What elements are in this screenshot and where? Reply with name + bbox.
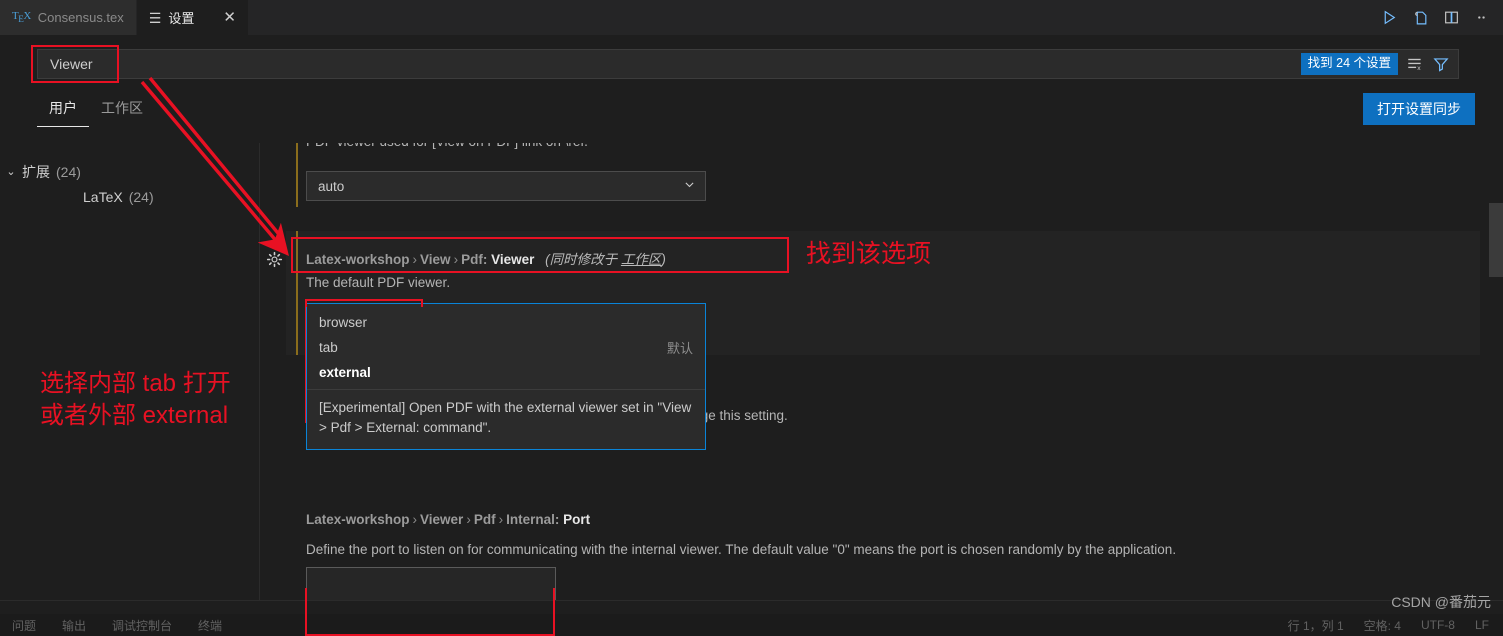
select-view-pdf-ref[interactable]: auto <box>306 171 706 201</box>
watermark: CSDN @番茄元 <box>1391 594 1491 610</box>
status-indentation[interactable]: 空格: 4 <box>1364 617 1401 634</box>
filter-icon[interactable] <box>1432 55 1450 73</box>
setting-title-part: Pdf <box>461 252 483 267</box>
setting-title-part: Internal <box>506 512 555 527</box>
setting-title: Latex-workshop › Viewer › Pdf › Internal: Port <box>306 512 591 527</box>
toc-item-latex[interactable]: LaTeX (24) <box>0 184 259 209</box>
select-value: auto <box>318 178 345 194</box>
setting-title-part: Pdf <box>473 512 496 527</box>
panel-bar <box>0 600 1503 614</box>
more-actions-icon[interactable] <box>1474 9 1491 26</box>
modified-indicator <box>296 143 298 207</box>
dropdown-option-browser[interactable]: browser <box>307 311 705 334</box>
option-label: tab <box>319 340 338 355</box>
title-separator-icon: › <box>466 512 471 527</box>
editor-tab-bar: TEX Consensus.tex ☰ 设置 ✕ <box>0 0 1503 35</box>
svg-text:x: x <box>1417 65 1421 72</box>
title-separator-icon: › <box>412 512 418 527</box>
setting-title-part: View <box>420 252 451 267</box>
vscode-window: TEX Consensus.tex ☰ 设置 ✕ Viewer 找到 24 个设… <box>0 0 1503 636</box>
option-label: external <box>319 365 371 380</box>
settings-header: 找到 24 个设置 x 用户 工作区 <box>0 35 1503 135</box>
note-suffix: ) <box>661 252 666 267</box>
title-separator-icon: › <box>453 252 459 267</box>
status-encoding[interactable]: UTF-8 <box>1421 618 1455 632</box>
setting-description-clipped: PDF viewer used for [View on PDF] link o… <box>306 143 588 152</box>
setting-title-part: Viewer <box>420 512 464 527</box>
run-icon[interactable] <box>1381 9 1398 26</box>
dropdown-option-description: [Experimental] Open PDF with the externa… <box>319 400 692 436</box>
status-eol[interactable]: LF <box>1475 618 1489 632</box>
workspace-link[interactable]: 工作区 <box>621 252 662 267</box>
settings-list-icon: ☰ <box>148 9 162 26</box>
setting-description: The default PDF viewer. <box>306 275 451 290</box>
title-separator-icon: › <box>412 252 418 267</box>
setting-title-leaf: Port <box>563 512 591 527</box>
setting-description: PDF viewer used for [View on PDF] link o… <box>306 143 588 152</box>
tab-settings[interactable]: ☰ 设置 ✕ <box>136 0 249 35</box>
setting-title: Latex-workshop › View › Pdf: Viewer (同时修改于 工… <box>306 252 666 267</box>
chevron-down-icon: ⌄ <box>6 166 16 178</box>
scrollbar-thumb[interactable] <box>1489 203 1503 277</box>
note-prefix: (同时修改于 <box>545 252 621 267</box>
settings-scrollbar[interactable] <box>1489 143 1503 614</box>
setting-title-part: Latex-workshop <box>306 252 410 267</box>
editor-actions <box>1369 0 1503 35</box>
toc-item-extensions[interactable]: ⌄ 扩展 (24) <box>0 159 259 184</box>
dropdown-options: browser tab 默认 external <box>307 307 705 390</box>
title-separator-icon: › <box>498 512 504 527</box>
settings-search-container[interactable]: 找到 24 个设置 x <box>37 49 1459 79</box>
toc-item-count: (24) <box>56 163 81 180</box>
toc-item-count: (24) <box>128 188 154 205</box>
option-label: browser <box>319 315 368 330</box>
modified-indicator <box>296 231 298 355</box>
status-bar: 问题 输出 调试控制台 终端 行 1，列 1 空格: 4 UTF-8 LF <box>0 614 1503 636</box>
modified-in-workspace-note: (同时修改于 工作区) <box>538 252 666 267</box>
toc-item-label: LaTeX <box>83 188 123 205</box>
status-cursor-position[interactable]: 行 1，列 1 <box>1288 617 1344 634</box>
results-count-badge: 找到 24 个设置 <box>1300 53 1398 75</box>
split-editor-icon[interactable] <box>1443 9 1460 26</box>
setting-title-leaf: Viewer <box>491 252 535 267</box>
settings-scope-tabs: 用户 工作区 <box>37 92 155 127</box>
gear-icon[interactable] <box>266 251 283 273</box>
setting-description: Define the port to listen on for communi… <box>306 542 1177 557</box>
tab-user-settings[interactable]: 用户 <box>37 92 89 127</box>
tab-bar-filler <box>248 0 1369 35</box>
tab-label: Consensus.tex <box>37 10 124 25</box>
tab-workspace-settings[interactable]: 工作区 <box>89 92 155 127</box>
input-internal-port[interactable] <box>306 567 556 601</box>
clear-filter-icon[interactable]: x <box>1406 55 1424 73</box>
dropdown-option-tab[interactable]: tab 默认 <box>307 334 705 361</box>
status-output[interactable]: 输出 <box>62 617 86 634</box>
tab-label: 设置 <box>168 11 195 26</box>
setting-title-part: Latex-workshop <box>306 512 410 527</box>
split-file-icon[interactable] <box>1412 9 1429 26</box>
status-terminal[interactable]: 终端 <box>198 617 222 634</box>
search-controls: 找到 24 个设置 x <box>1300 50 1458 78</box>
close-icon[interactable]: ✕ <box>223 10 236 25</box>
tab-consensus-tex[interactable]: TEX Consensus.tex <box>0 0 137 35</box>
status-debug-console[interactable]: 调试控制台 <box>112 617 172 634</box>
status-bar-left: 问题 输出 调试控制台 终端 <box>0 617 222 634</box>
status-bar-right: 行 1，列 1 空格: 4 UTF-8 LF <box>1288 617 1503 634</box>
toc-item-label: 扩展 <box>22 163 50 180</box>
settings-toc: ⌄ 扩展 (24) LaTeX (24) <box>0 143 259 614</box>
settings-list: PDF viewer used for [View on PDF] link o… <box>260 143 1503 614</box>
option-badge: 默认 <box>666 341 693 356</box>
turn-on-settings-sync-button[interactable]: 打开设置同步 <box>1363 93 1475 125</box>
search-input[interactable] <box>38 56 1301 72</box>
tex-file-icon: TEX <box>12 10 31 25</box>
status-problems[interactable]: 问题 <box>12 617 36 634</box>
select-pdf-viewer-dropdown[interactable]: browser tab 默认 external [Experimental] O… <box>306 307 706 450</box>
dropdown-option-external[interactable]: external <box>307 361 705 384</box>
chevron-down-icon <box>683 178 696 194</box>
